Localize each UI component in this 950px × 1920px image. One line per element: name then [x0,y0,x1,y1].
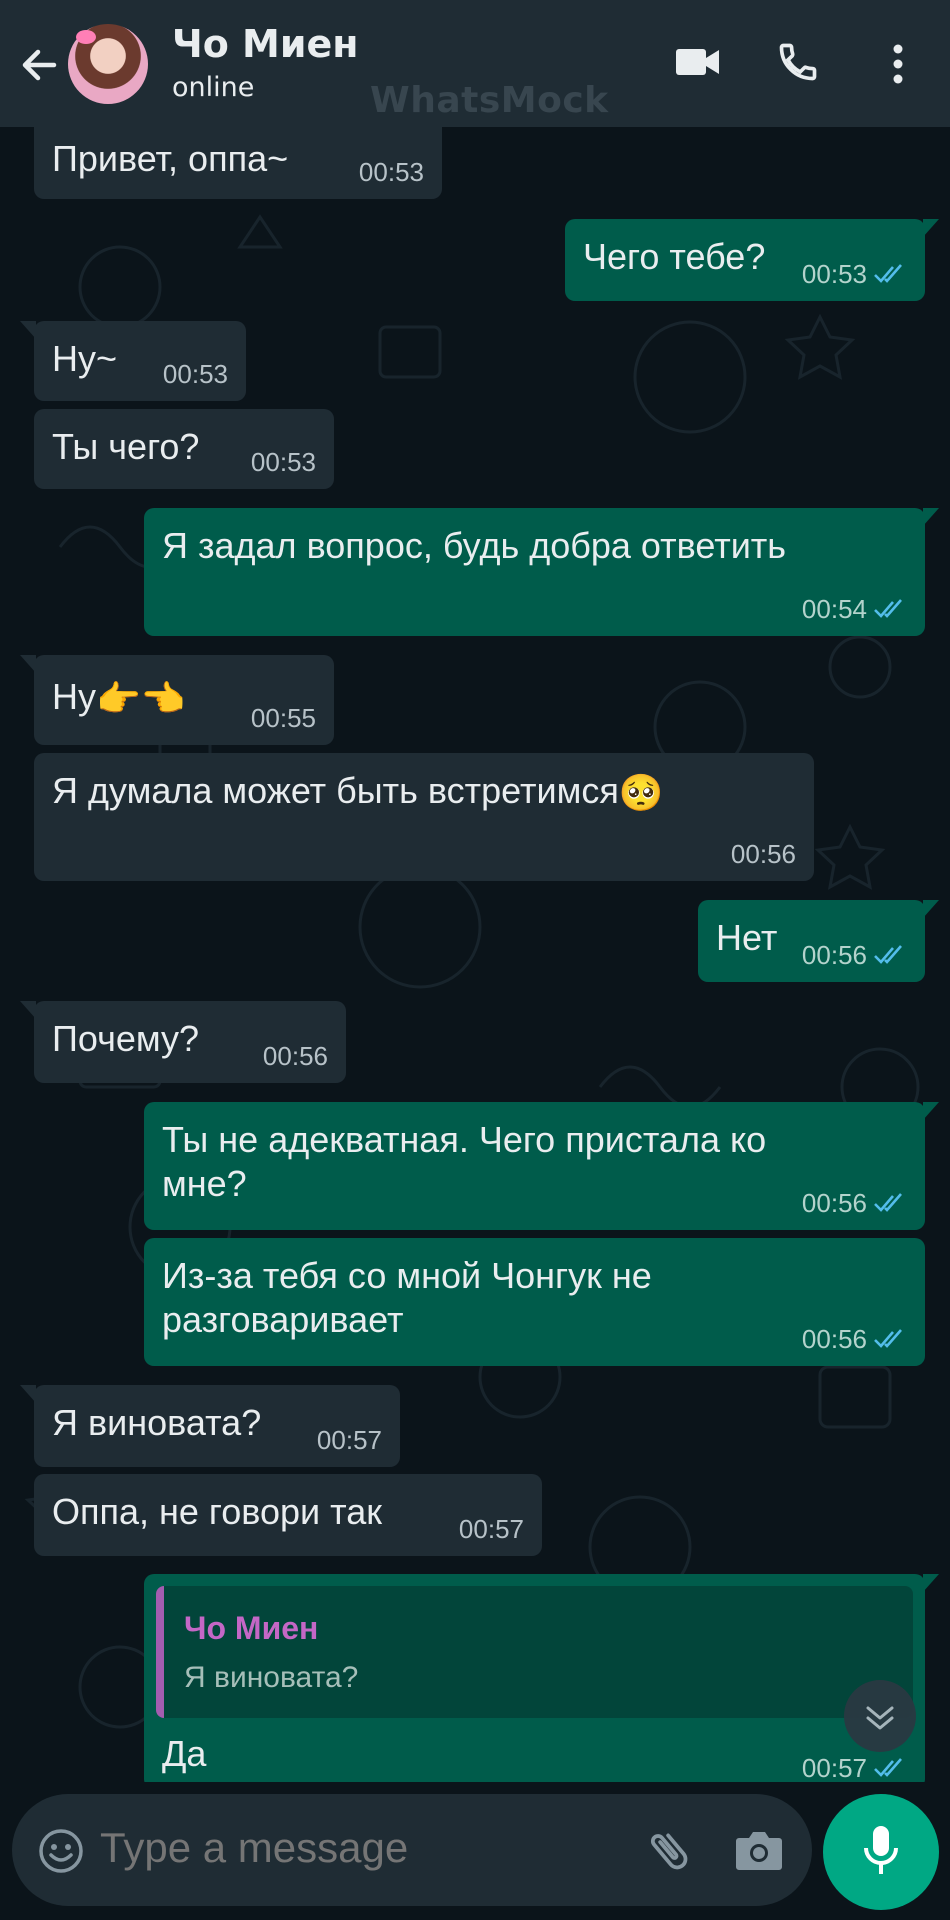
message-bubble-incoming[interactable]: Я думала может быть встретимся🥺 00:56 [34,753,814,881]
message-text: Из-за тебя со мной Чонгук не разговарива… [162,1255,652,1340]
quoted-message[interactable]: Чо Миен Я виновата? [156,1586,913,1718]
watermark: WhatsMock [370,80,609,121]
chevron-down-icon [866,1706,894,1730]
message-bubble-outgoing[interactable]: Чо Миен Я виновата? Да 00:57 [144,1574,939,1782]
quote-text: Я виновата? [184,1661,359,1694]
message-bubble-outgoing[interactable]: Из-за тебя со мной Чонгук не разговарива… [144,1238,925,1366]
contact-name[interactable]: Чо Миен [172,22,359,66]
emoji-icon[interactable] [38,1828,84,1874]
message-time: 00:57 [458,1514,524,1544]
message-bubble-incoming[interactable]: Ну👉👈 00:55 [20,655,334,745]
message-text: Нет [716,917,778,958]
chat-area[interactable]: Привет, оппа~ 00:53 Чего тебе? 00:53 Ну~… [0,127,950,1782]
message-text: Ну~ [52,338,118,379]
chat-header: Чо Миен online WhatsMock [0,0,950,127]
message-time: 00:55 [250,703,316,733]
message-time: 00:56 [802,1188,907,1218]
message-text: Ты чего? [52,426,200,467]
quote-author: Чо Миен [184,1610,319,1646]
message-text: Оппа, не говори так [52,1491,383,1532]
pointing-fingers-emoji: 👉👈 [96,678,186,720]
arrow-left-icon[interactable] [14,40,64,90]
scroll-to-bottom-button[interactable] [844,1680,916,1752]
camera-icon[interactable] [734,1828,784,1872]
message-bubble-outgoing[interactable]: Чего тебе? 00:53 [565,219,939,301]
read-ticks-icon [874,1758,902,1777]
message-bubble-outgoing[interactable]: Ты не адекватная. Чего пристала ко мне? … [144,1102,939,1230]
quote-bar [156,1586,164,1718]
message-bubble-incoming[interactable]: Почему? 00:56 [20,1001,346,1083]
phone-icon[interactable] [776,40,820,84]
message-time: 00:53 [802,259,907,289]
message-time: 00:56 [730,839,796,869]
message-composer [12,1794,812,1906]
message-time: 00:56 [262,1041,328,1071]
read-ticks-icon [874,599,902,618]
message-time: 00:56 [802,940,907,970]
message-text: Я думала может быть встретимся🥺 [52,770,664,814]
message-text: Ты не адекватная. Чего пристала ко мне? [162,1119,767,1204]
message-bubble-incoming[interactable]: Ты чего? 00:53 [34,409,334,489]
paperclip-icon[interactable] [644,1824,694,1878]
avatar[interactable] [68,24,148,104]
message-time: 00:53 [250,447,316,477]
message-bubble-incoming[interactable]: Ну~ 00:53 [20,321,246,401]
message-text: Я виновата? [52,1402,262,1443]
message-text: Почему? [52,1018,200,1059]
more-vertical-icon[interactable] [890,42,906,86]
message-bubble-outgoing[interactable]: Нет 00:56 [698,900,939,982]
message-bubble-incoming[interactable]: Я виновата? 00:57 [20,1385,400,1467]
read-ticks-icon [874,945,902,964]
message-input[interactable] [100,1824,600,1872]
read-ticks-icon [874,1329,902,1348]
message-time: 00:57 [802,1753,907,1782]
mic-button[interactable] [823,1794,939,1910]
message-text: Ну👉👈 [52,676,186,720]
video-call-icon[interactable] [675,44,721,80]
read-ticks-icon [874,264,902,283]
message-text: Я задал вопрос, будь добра ответить [162,525,787,566]
message-text: Да [162,1733,207,1774]
message-bubble-incoming[interactable]: Оппа, не говори так 00:57 [34,1474,542,1556]
message-time: 00:54 [802,594,907,624]
contact-status: online [172,72,255,103]
read-ticks-icon [874,1193,902,1212]
mic-icon [864,1826,898,1874]
message-time: 00:56 [802,1324,907,1354]
message-time: 00:57 [316,1425,382,1455]
message-time: 00:53 [162,359,228,389]
message-text: Привет, оппа~ [52,138,289,179]
pleading-face-emoji: 🥺 [618,772,664,814]
message-time: 00:53 [358,157,424,187]
message-text: Чего тебе? [583,236,766,277]
message-bubble-outgoing[interactable]: Я задал вопрос, будь добра ответить 00:5… [144,508,939,636]
message-bubble-incoming[interactable]: Привет, оппа~ 00:53 [34,127,442,199]
